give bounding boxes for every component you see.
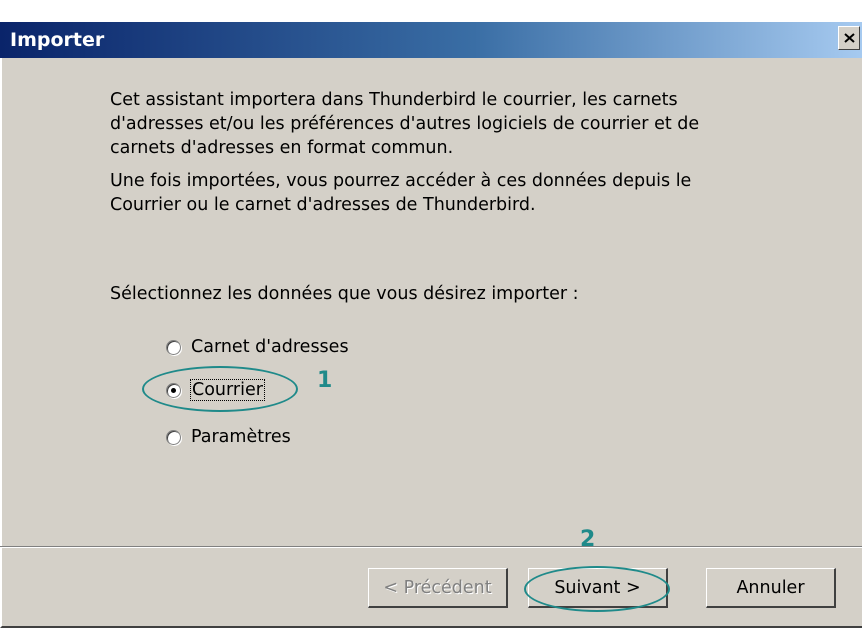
title-bar[interactable]: Importer	[0, 22, 862, 58]
intro-paragraph-1: Cet assistant importera dans Thunderbird…	[110, 90, 700, 158]
separator-line	[0, 546, 862, 548]
radio-label[interactable]: Paramètres	[191, 427, 291, 447]
annotation-number-1: 1	[317, 368, 333, 393]
intro-text: Cet assistant importera dans Thunderbird…	[110, 88, 790, 217]
cancel-button[interactable]: Annuler	[706, 568, 836, 608]
radio-address-book[interactable]: Carnet d'adresses	[166, 334, 349, 360]
previous-button[interactable]: < Précédent	[368, 568, 508, 608]
close-button[interactable]	[838, 26, 860, 50]
annotation-ellipse-2	[524, 566, 670, 612]
radio-settings[interactable]: Paramètres	[166, 424, 291, 450]
radio-button[interactable]	[166, 429, 181, 445]
radio-button[interactable]	[166, 339, 181, 355]
annotation-number-2: 2	[580, 527, 596, 552]
selection-label: Sélectionnez les données que vous désire…	[110, 284, 579, 304]
annotation-ellipse-1	[142, 366, 298, 412]
window-title: Importer	[10, 29, 105, 51]
intro-paragraph-2: Une fois importées, vous pourrez accéder…	[110, 171, 692, 215]
radio-label[interactable]: Carnet d'adresses	[191, 337, 349, 357]
top-strip	[0, 0, 862, 22]
close-icon	[844, 33, 855, 43]
